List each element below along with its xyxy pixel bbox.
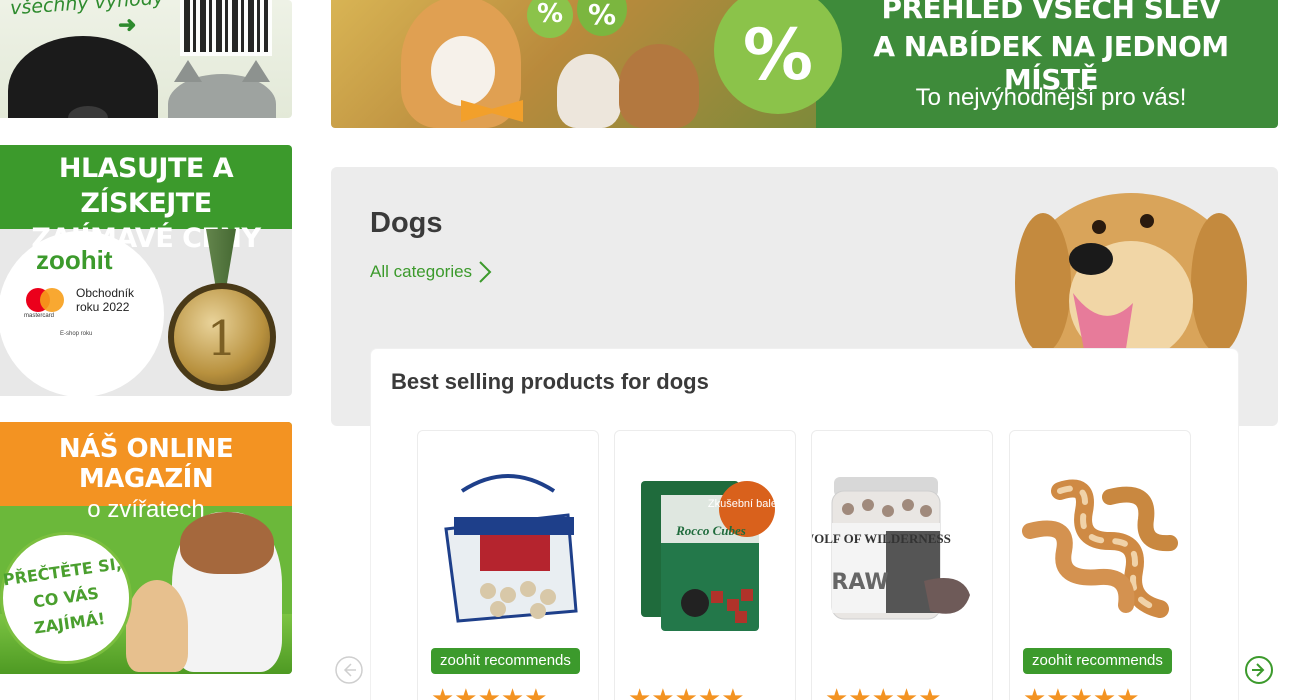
qr-code-image	[180, 0, 272, 56]
product-brand-text: WOLF OF WILDERNESS	[812, 531, 951, 546]
all-categories-label: All categories	[370, 262, 473, 281]
section-title: Dogs	[370, 207, 443, 239]
all-categories-link[interactable]: All categories	[370, 260, 492, 284]
rocco-cubes-image: Zkušební balení Rocco Cubes	[641, 481, 786, 631]
magazine-heading-line1: NÁŠ ONLINE MAGAZÍN	[58, 434, 234, 494]
rating-stars: ★★★★★	[1023, 683, 1140, 700]
product-card[interactable]: Zkušební balení Rocco Cubes ★★★★★	[614, 430, 796, 700]
magazine-banner[interactable]: NÁŠ ONLINE MAGAZÍN o zvířatech PŘEČTĚTE …	[0, 422, 292, 674]
vote-banner[interactable]: HLASUJTE A ZÍSKEJTE ZAJÍMAVÉ CENY zoohit…	[0, 145, 292, 396]
banner-headline-line1: PŘEHLED VŠECH SLEV	[881, 0, 1221, 25]
product-card[interactable]: zoohit recommends ★★★★★	[417, 430, 599, 700]
chew-spirals-image	[1022, 479, 1178, 618]
best-sellers-title: Best selling products for dogs	[391, 369, 709, 394]
chevron-left-circle-icon	[335, 656, 363, 684]
golden-retriever-image	[1015, 193, 1247, 355]
cat-image	[619, 44, 699, 128]
kitten-image	[126, 580, 188, 672]
treat-bucket-image	[444, 474, 578, 623]
medal-number: 1	[206, 311, 238, 367]
product-sub-text: RAW	[831, 570, 888, 595]
chevron-right-circle-icon	[1245, 656, 1273, 684]
mastercard-logo	[26, 288, 66, 312]
rating-stars: ★★★★★	[628, 683, 745, 700]
award-line2: roku 2022	[76, 300, 130, 314]
product-tag-text: Zkušební balení	[708, 498, 786, 510]
mastercard-text: mastercard	[24, 313, 55, 319]
vote-banner-heading: HLASUJTE A ZÍSKEJTE ZAJÍMAVÉ CENY	[0, 145, 292, 254]
cat-image	[168, 60, 276, 118]
award-text: Obchodník roku 2022	[76, 286, 156, 314]
percent-icon: %	[577, 0, 627, 36]
dog-image	[8, 36, 158, 118]
discounts-banner[interactable]: % % % PŘEHLED VŠECH SLEV A NABÍDEK NA JE…	[331, 0, 1278, 128]
recommends-badge: zoohit recommends	[1023, 648, 1172, 674]
cat-image	[557, 54, 621, 128]
benefits-banner[interactable]: všechny výhody ➜	[0, 0, 292, 118]
recommends-badge: zoohit recommends	[431, 648, 580, 674]
read-bubble-text: PŘEČTĚTE SI, CO VÁS ZAJÍMÁ!	[0, 551, 134, 646]
vote-banner-heading-line1: HLASUJTE A ZÍSKEJTE	[58, 153, 234, 219]
best-sellers-card: Best selling products for dogs zoohit re…	[371, 349, 1238, 700]
benefits-banner-text: všechny výhody	[9, 0, 165, 20]
magazine-banner-heading: NÁŠ ONLINE MAGAZÍN o zvířatech	[0, 422, 292, 523]
rating-stars: ★★★★★	[825, 683, 942, 700]
zoohit-logo: zoohit	[36, 245, 113, 275]
read-bubble: PŘEČTĚTE SI, CO VÁS ZAJÍMÁ!	[0, 532, 132, 664]
rating-stars: ★★★★★	[431, 683, 548, 700]
carousel-next-button[interactable]	[1243, 654, 1275, 686]
eshop-text: E-shop roku	[60, 331, 93, 337]
arrow-icon: ➜	[118, 12, 137, 37]
wolf-raw-jar-image: WOLF OF WILDERNESS RAW	[812, 477, 970, 620]
gold-medal-image: 1	[168, 283, 276, 391]
chevron-right-icon	[479, 261, 492, 283]
percent-icon: %	[527, 0, 573, 38]
carousel-prev-button[interactable]	[333, 654, 365, 686]
product-card[interactable]: WOLF OF WILDERNESS RAW ★★★★★	[811, 430, 993, 700]
dog-image	[172, 512, 282, 672]
product-brand-text: Rocco Cubes	[675, 523, 746, 538]
award-line1: Obchodník	[76, 286, 135, 300]
banner-subline: To nejvýhodnější pro vás!	[915, 84, 1187, 111]
product-card[interactable]: zoohit recommends ★★★★★	[1009, 430, 1191, 700]
